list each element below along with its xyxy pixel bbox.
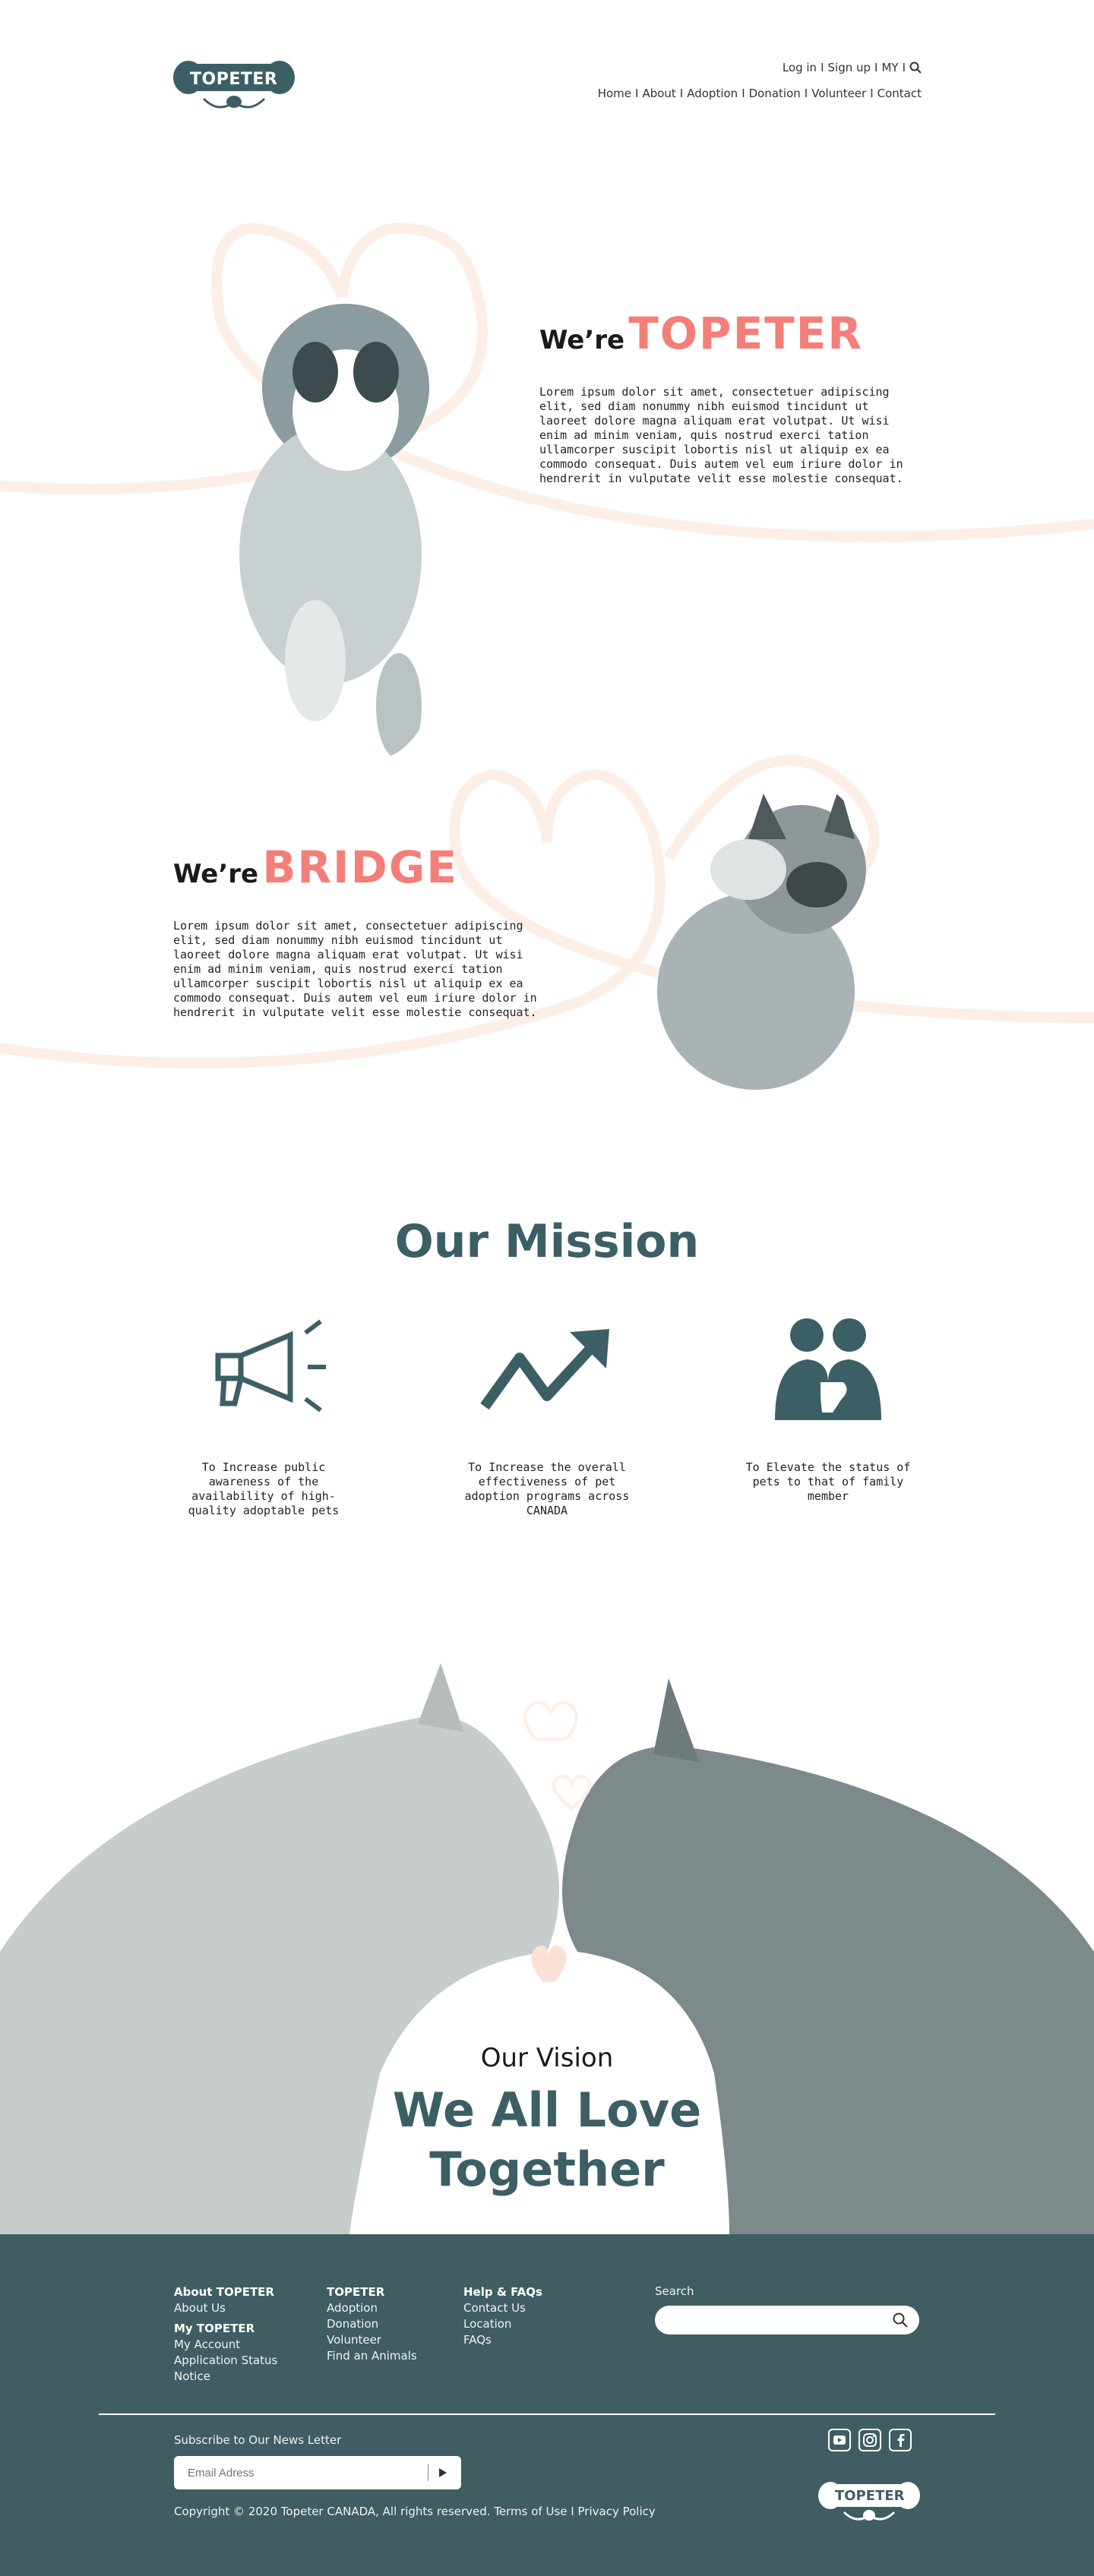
mission-item-1: To Increase public awareness of the avai… xyxy=(188,1460,340,1517)
footer-logo-text: TOPETER xyxy=(835,2488,905,2504)
vision-title-line1: We All Love xyxy=(392,2082,702,2138)
terms-link[interactable]: Terms of Use xyxy=(494,2505,567,2518)
hero1-brand: TOPETER xyxy=(628,308,864,359)
facebook-icon[interactable] xyxy=(889,2429,912,2451)
footer-link-faqs[interactable]: FAQs xyxy=(463,2332,542,2348)
hero2-brand: BRIDGE xyxy=(262,841,459,893)
newsletter-label: Subscribe to Our News Letter xyxy=(174,2433,342,2447)
nav-home[interactable]: Home xyxy=(598,87,631,100)
nav-about[interactable]: About xyxy=(642,87,675,100)
vision-title-line2: Together xyxy=(429,2142,665,2197)
copyright-text: Copyright © 2020 Topeter CANADA, All rig… xyxy=(174,2505,491,2518)
footer-my-head: My TOPETER xyxy=(174,2322,255,2335)
mission-item-3: To Elevate the status of pets to that of… xyxy=(745,1460,911,1503)
hero2-heading: We’re BRIDGE xyxy=(173,841,458,893)
newsletter-email-input[interactable] xyxy=(174,2456,417,2489)
footer-link-application-status[interactable]: Application Status xyxy=(174,2353,277,2369)
hero1-heading: We’re TOPETER xyxy=(539,308,863,359)
footer-link-volunteer[interactable]: Volunteer xyxy=(327,2332,417,2348)
heart-line-decoration-2 xyxy=(0,755,1094,1069)
hero2-body: Lorem ipsum dolor sit amet, consectetuer… xyxy=(173,919,537,1019)
instagram-icon[interactable] xyxy=(858,2429,881,2451)
footer-about-head: About TOPETER xyxy=(174,2285,274,2299)
search-icon[interactable] xyxy=(892,2312,909,2328)
footer-logo[interactable]: TOPETER xyxy=(818,2480,920,2526)
footer-link-my-account[interactable]: My Account xyxy=(174,2337,277,2353)
footer-search-label: Search xyxy=(655,2284,694,2298)
site-logo[interactable]: TOPETER xyxy=(173,59,295,115)
nav-adoption[interactable]: Adoption xyxy=(687,87,738,100)
hero1-body: Lorem ipsum dolor sit amet, consectetuer… xyxy=(539,385,903,485)
footer-link-find-animals[interactable]: Find an Animals xyxy=(327,2348,417,2364)
main-nav: Home I About I Adoption I Donation I Volunte… xyxy=(597,87,922,100)
dog-photo xyxy=(232,296,452,759)
utility-nav: Log in I Sign up I MY I xyxy=(783,61,922,74)
footer-col-about: About TOPETER About Us My TOPETER My Acc… xyxy=(174,2284,277,2385)
nav-donation[interactable]: Donation xyxy=(749,87,801,100)
login-link[interactable]: Log in xyxy=(783,61,817,74)
vision-title: We All Love Together xyxy=(0,2081,1094,2199)
footer-col-help: Help & FAQs Contact Us Location FAQs xyxy=(463,2284,542,2348)
footer-search-box xyxy=(655,2306,919,2334)
search-icon[interactable] xyxy=(909,62,922,74)
family-icon xyxy=(775,1318,881,1420)
footer-col-topeter: TOPETER Adoption Donation Volunteer Find… xyxy=(327,2284,417,2364)
mission-item-2: To Increase the overall effectiveness of… xyxy=(464,1460,630,1517)
footer-topeter-head: TOPETER xyxy=(327,2285,385,2299)
my-link[interactable]: MY xyxy=(881,61,898,74)
footer-help-head: Help & FAQs xyxy=(463,2285,542,2299)
hero1-prefix: We’re xyxy=(539,325,625,355)
hero2-prefix: We’re xyxy=(173,859,259,889)
footer-link-contact-us[interactable]: Contact Us xyxy=(463,2300,542,2316)
french-bulldog-photo xyxy=(650,771,885,1090)
signup-link[interactable]: Sign up xyxy=(828,61,871,74)
newsletter-submit-button[interactable] xyxy=(428,2464,454,2481)
footer-link-about-us[interactable]: About Us xyxy=(174,2300,277,2316)
trend-up-icon xyxy=(480,1329,609,1410)
vision-label: Our Vision xyxy=(480,2043,614,2073)
footer-link-adoption[interactable]: Adoption xyxy=(327,2300,417,2316)
footer-link-notice[interactable]: Notice xyxy=(174,2369,277,2385)
footer: About TOPETER About Us My TOPETER My Acc… xyxy=(0,2234,1094,2576)
mission-title: Our Mission xyxy=(394,1215,700,1268)
newsletter-form xyxy=(174,2456,461,2489)
footer-link-donation[interactable]: Donation xyxy=(327,2316,417,2332)
play-arrow-icon xyxy=(439,2468,447,2477)
footer-search-input[interactable] xyxy=(655,2306,875,2334)
copyright-line: Copyright © 2020 Topeter CANADA, All rig… xyxy=(174,2505,656,2518)
megaphone-icon xyxy=(215,1319,326,1413)
privacy-link[interactable]: Privacy Policy xyxy=(578,2505,656,2518)
nav-volunteer[interactable]: Volunteer xyxy=(811,87,866,100)
footer-link-location[interactable]: Location xyxy=(463,2316,542,2332)
youtube-icon[interactable] xyxy=(828,2429,851,2451)
footer-divider xyxy=(99,2413,995,2415)
nav-contact[interactable]: Contact xyxy=(877,87,922,100)
logo-text: TOPETER xyxy=(190,70,278,89)
